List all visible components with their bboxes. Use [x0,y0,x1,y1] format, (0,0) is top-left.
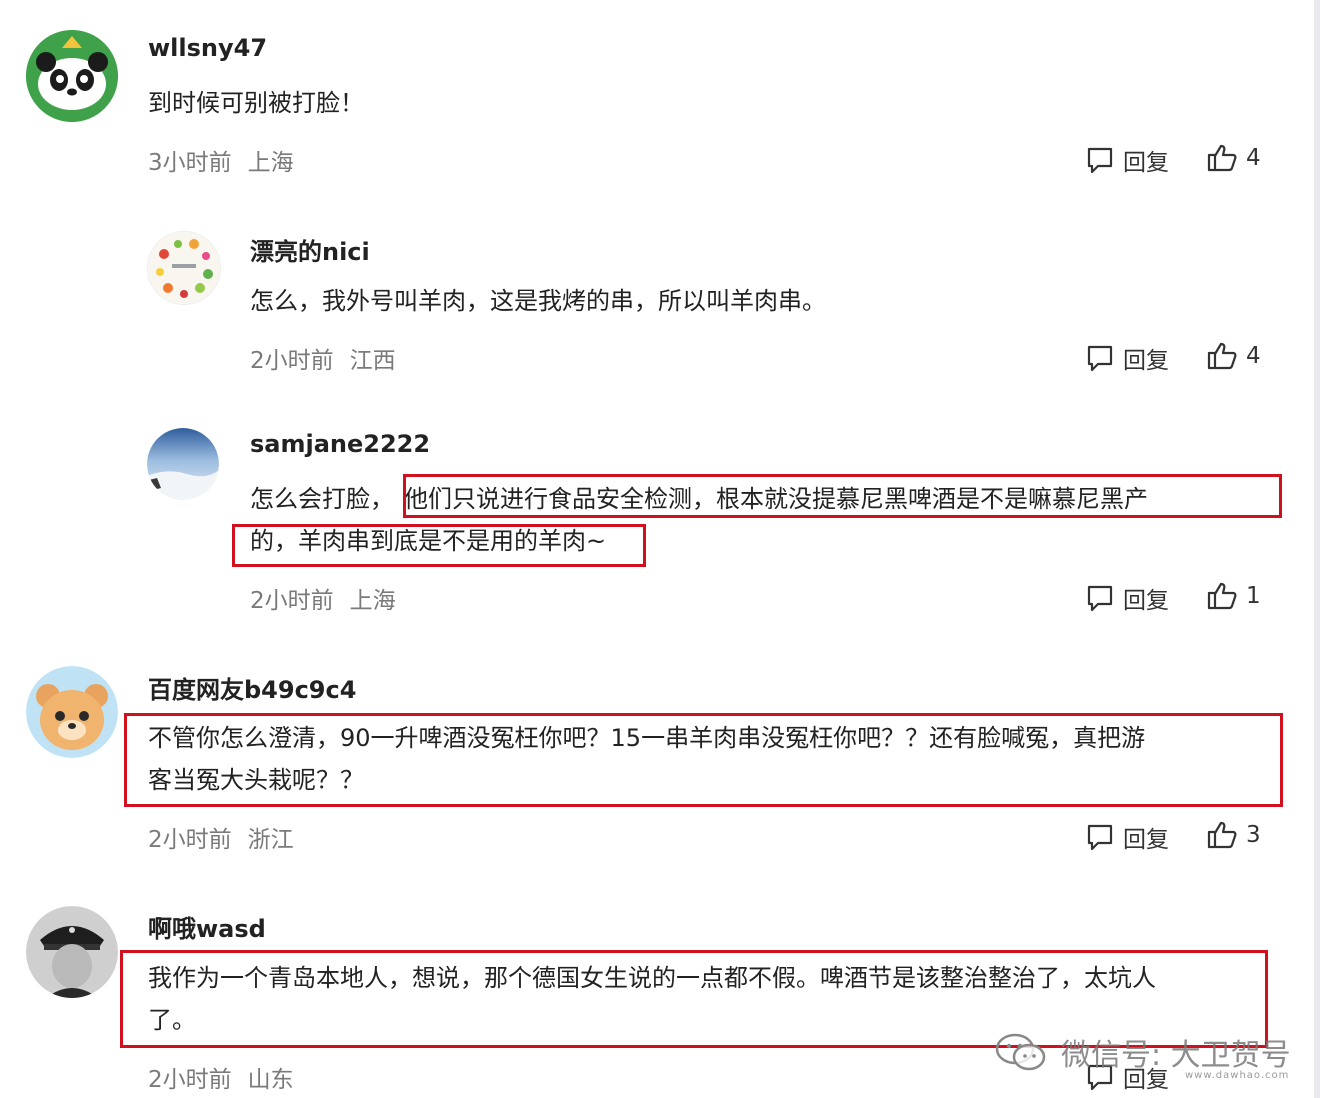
comment-time: 3小时前 [148,150,232,176]
comment-meta: 2小时前 山东 [148,1060,310,1094]
comment-meta: 2小时前 江西 [250,341,412,375]
like-count: 4 [1246,343,1261,369]
comment-text-highlight: 他们只说进行食品安全检测，根本就没提慕尼黑啤酒是不是嘛慕尼黑产 [404,485,1148,513]
comment-text-line1: 我作为一个青岛本地人，想说，那个德国女生说的一点都不假。啤酒节是该整治整治了，太… [148,964,1156,992]
watermark-text: 微信号: 大卫贺号 [1061,1038,1291,1073]
comment-text-line2: 客当冤大头栽呢？？ [148,766,364,794]
avatar[interactable] [26,30,118,122]
comment-bubble-icon [1087,824,1113,851]
reply-button[interactable]: 回复 [1085,581,1169,615]
reply-label: 回复 [1123,827,1169,853]
comment-text: 怎么，我外号叫羊肉，这是我烤的串，所以叫羊肉串。 [250,287,826,315]
avatar[interactable] [147,231,221,305]
comment-time: 2小时前 [148,1067,232,1093]
reply-button[interactable]: 回复 [1085,143,1169,177]
comment-time: 2小时前 [148,827,232,853]
sky-avatar-icon [147,428,219,500]
comment-username[interactable]: 百度网友b49c9c4 [148,670,356,705]
comment-text-line2: 了。 [148,1006,196,1034]
like-count: 3 [1246,822,1261,848]
like-count: 1 [1246,583,1261,609]
comment-username[interactable]: samjane2222 [250,430,430,458]
thumbs-up-icon [1207,582,1237,610]
avatar[interactable] [147,428,219,500]
like-button[interactable]: 3 [1206,820,1261,850]
comment-bubble-icon [1087,345,1113,372]
bear-avatar-icon [26,666,118,758]
comment-meta: 2小时前 浙江 [148,820,310,854]
comment-username[interactable]: 啊哦wasd [148,909,266,944]
comment-text-line2: 的，羊肉串到底是不是用的羊肉~ [250,527,607,555]
watermark: 微信号: 大卫贺号 www.dawhao.com [995,1022,1295,1082]
reply-button[interactable]: 回复 [1085,820,1169,854]
fruit-plate-avatar-icon [148,232,220,304]
panda-avatar-icon [26,30,118,122]
comment-meta: 2小时前 上海 [250,581,412,615]
comment-location: 山东 [247,1067,294,1093]
thumbs-up-icon [1207,144,1237,172]
comment-location: 浙江 [247,827,294,853]
comment-text-prefix: 怎么会打脸， [250,485,394,513]
comment-bubble-icon [1087,585,1113,612]
like-button[interactable]: 1 [1206,581,1261,611]
scroll-edge [1314,0,1320,1098]
reply-label: 回复 [1123,348,1169,374]
comment-text-line1: 怎么会打脸， 他们只说进行食品安全检测，根本就没提慕尼黑啤酒是不是嘛慕尼黑产 [250,478,1148,520]
like-button[interactable]: 4 [1206,143,1261,173]
comment-time: 2小时前 [250,348,334,374]
comment-location: 上海 [349,588,396,614]
thumbs-up-icon [1207,821,1237,849]
officer-avatar-icon [26,906,118,998]
comment-text-line1: 不管你怎么澄清，90一升啤酒没冤枉你吧？15一串羊肉串没冤枉你吧？？还有脸喊冤，… [148,724,1146,752]
comment-username[interactable]: wllsny47 [148,34,267,62]
avatar[interactable] [26,906,118,998]
like-count: 4 [1246,145,1261,171]
wechat-icon [995,1033,1046,1071]
comment-location: 江西 [349,348,396,374]
comment-meta: 3小时前 上海 [148,143,310,177]
comment-username[interactable]: 漂亮的nici [250,232,370,267]
watermark-url: www.dawhao.com [1185,1070,1290,1081]
like-button[interactable]: 4 [1206,341,1261,371]
reply-label: 回复 [1123,588,1169,614]
thumbs-up-icon [1207,342,1237,370]
comment-text: 到时候可别被打脸！ [148,89,364,117]
avatar[interactable] [26,666,118,758]
comment-time: 2小时前 [250,588,334,614]
reply-label: 回复 [1123,150,1169,176]
comment-bubble-icon [1087,147,1113,174]
reply-button[interactable]: 回复 [1085,341,1169,375]
comment-location: 上海 [247,150,294,176]
